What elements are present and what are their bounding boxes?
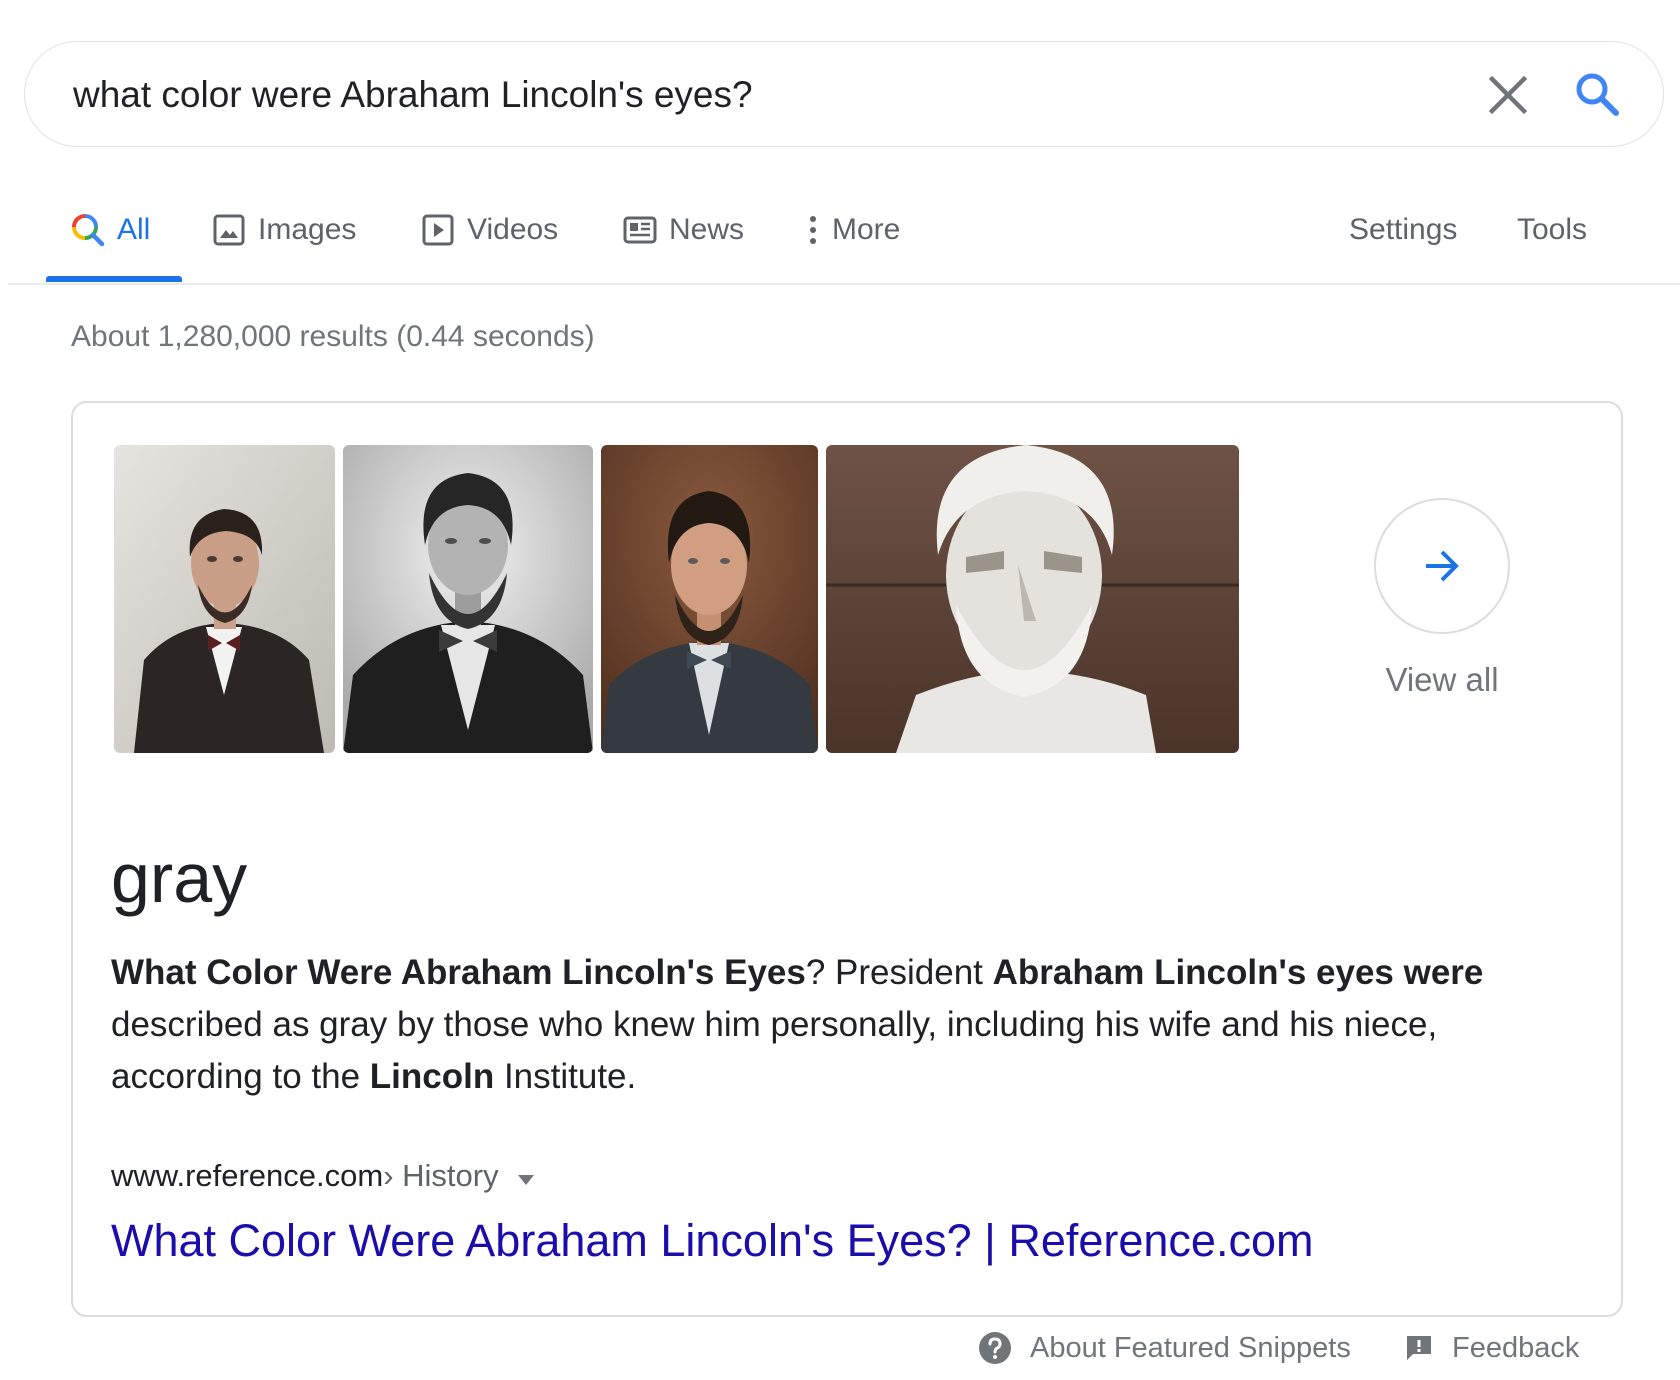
result-stats: About 1,280,000 results (0.44 seconds) <box>71 320 595 353</box>
cite-breadcrumb: › History <box>383 1158 499 1193</box>
arrow-forward-icon <box>1426 550 1459 582</box>
snippet-fragment: described as gray by those who knew him … <box>111 1005 1438 1096</box>
more-vert-icon <box>810 216 816 244</box>
tab-label: Images <box>258 213 357 246</box>
snippet-bold: What Color Were Abraham Lincoln's Eyes <box>111 953 806 992</box>
search-tabs: All Images Videos News More Settings Too… <box>0 196 1680 284</box>
image-thumbnail-3[interactable] <box>601 445 818 753</box>
featured-snippet: View all gray What Color Were Abraham Li… <box>71 401 1623 1317</box>
result-cite: www.reference.com › History <box>111 1158 535 1194</box>
image-icon <box>213 214 245 246</box>
result-title-link[interactable]: What Color Were Abraham Lincoln's Eyes? … <box>111 1215 1313 1267</box>
footer-label: About Featured Snippets <box>1030 1331 1351 1364</box>
video-icon <box>422 214 454 246</box>
snippet-fragment: Institute. <box>494 1057 637 1096</box>
footer-label: Feedback <box>1452 1331 1580 1364</box>
help-icon <box>979 1332 1011 1364</box>
view-all-button[interactable] <box>1374 498 1510 634</box>
search-icon[interactable] <box>1571 68 1625 122</box>
image-thumbnail-1[interactable] <box>114 445 335 753</box>
tab-videos[interactable]: Videos <box>421 210 558 250</box>
tab-images[interactable]: Images <box>212 210 356 250</box>
active-tab-indicator <box>46 276 182 282</box>
search-box[interactable]: what color were Abraham Lincoln's eyes? <box>24 41 1664 147</box>
tab-label: News <box>669 213 745 246</box>
feedback-icon <box>1407 1336 1431 1360</box>
settings-link[interactable]: Settings <box>1349 210 1457 250</box>
caret-down-icon[interactable] <box>517 1158 535 1194</box>
tools-link[interactable]: Tools <box>1517 210 1587 250</box>
tab-news[interactable]: News <box>623 210 744 250</box>
divider <box>8 283 1680 285</box>
about-featured-snippets[interactable]: About Featured Snippets <box>978 1328 1351 1368</box>
tab-label: All <box>117 213 151 246</box>
clear-icon[interactable] <box>1483 70 1533 120</box>
image-thumbnail-2[interactable] <box>343 445 593 753</box>
feedback-link[interactable]: Feedback <box>1404 1328 1579 1368</box>
snippet-text: What Color Were Abraham Lincoln's Eyes? … <box>111 947 1561 1103</box>
tab-more[interactable]: More <box>806 210 900 250</box>
news-icon <box>623 216 657 244</box>
tab-label: More <box>832 213 901 246</box>
snippet-fragment: ? President <box>805 953 993 992</box>
view-all-label[interactable]: View all <box>1374 661 1510 699</box>
featured-answer: gray <box>111 839 248 917</box>
image-thumbnail-4[interactable] <box>826 445 1239 753</box>
search-input[interactable]: what color were Abraham Lincoln's eyes? <box>73 74 753 116</box>
tab-label: Videos <box>467 213 559 246</box>
snippet-bold: Abraham Lincoln's eyes were <box>992 953 1484 992</box>
search-icon <box>72 214 105 247</box>
tab-all[interactable]: All <box>71 210 150 250</box>
snippet-bold: Lincoln <box>369 1057 495 1096</box>
cite-domain: www.reference.com <box>111 1158 384 1193</box>
